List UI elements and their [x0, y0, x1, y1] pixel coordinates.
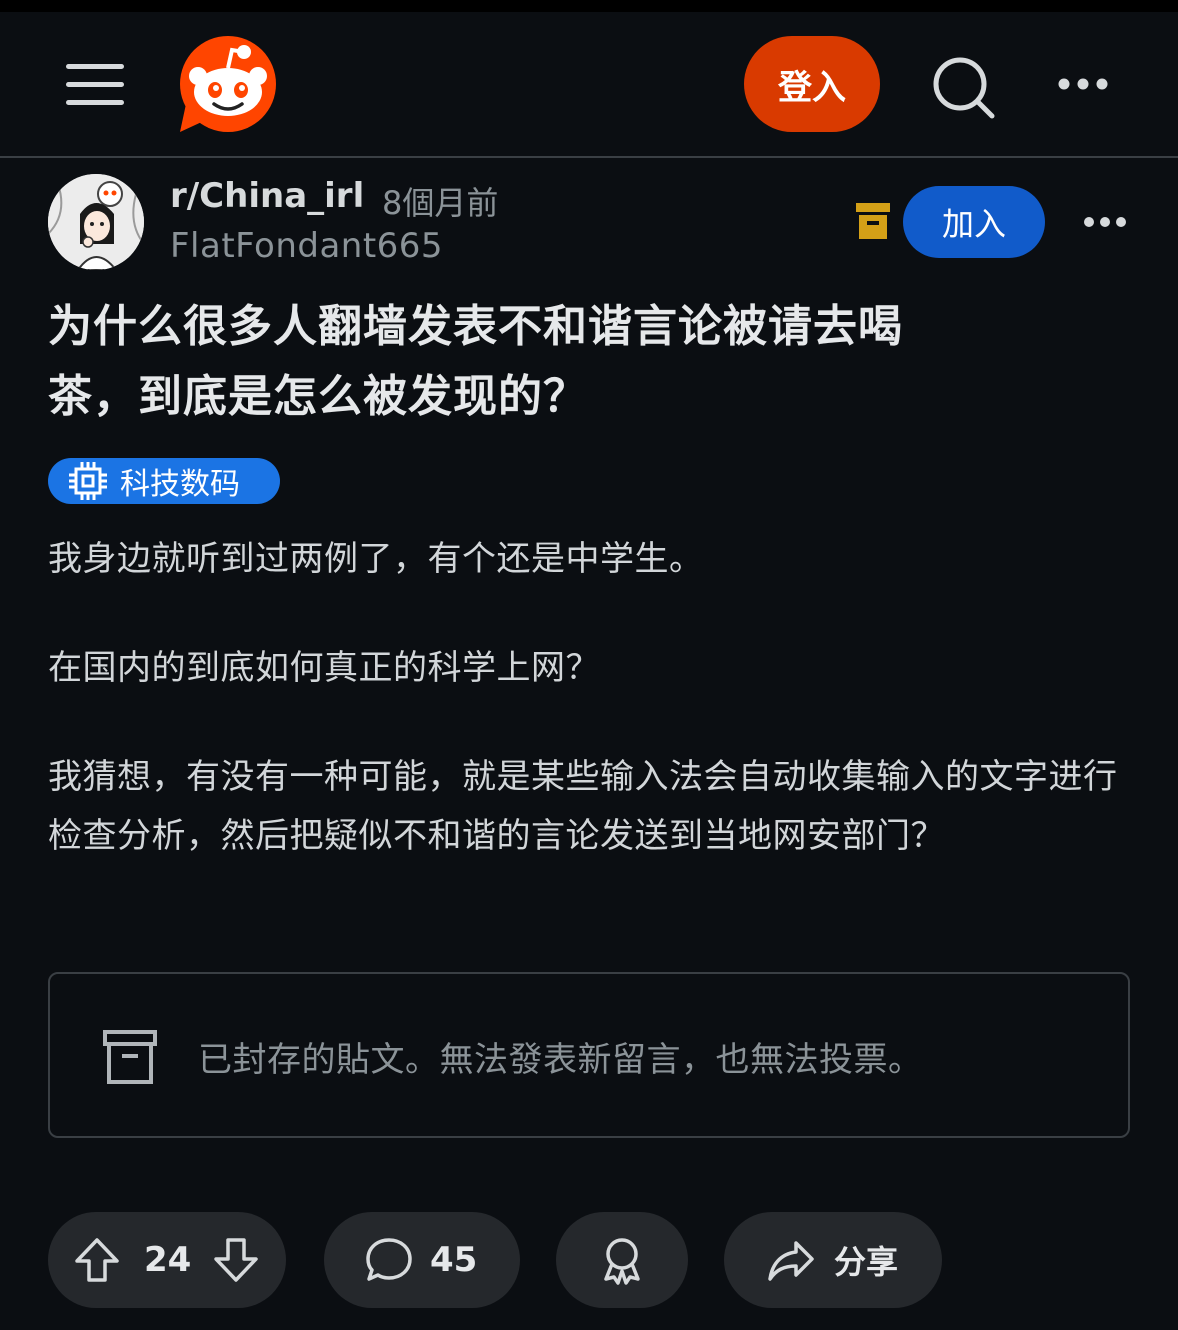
downvote-icon[interactable]	[211, 1235, 261, 1285]
status-strip	[0, 0, 1178, 12]
award-icon	[604, 1238, 640, 1285]
join-subreddit-button[interactable]: 加入	[903, 186, 1045, 258]
comment-bubble-icon	[366, 1238, 412, 1281]
reddit-logo[interactable]	[176, 34, 280, 138]
award-button[interactable]	[556, 1212, 688, 1308]
post-author-link[interactable]: FlatFondant665	[170, 226, 443, 266]
archived-notice: 已封存的貼文。無法發表新留言，也無法投票。	[48, 972, 1130, 1138]
comment-count: 45	[430, 1240, 478, 1280]
post-flair[interactable]: 科技数码	[48, 458, 280, 504]
archive-box-icon	[103, 1030, 157, 1084]
post-body-paragraph: 在国内的到底如何真正的科学上网？	[48, 648, 600, 688]
flair-label: 科技数码	[120, 467, 240, 502]
post-more-options-icon[interactable]	[1082, 206, 1128, 238]
vote-group: 24	[48, 1212, 286, 1308]
subreddit-avatar[interactable]	[48, 174, 144, 270]
post-title[interactable]: 为什么很多人翻墙发表不和谐言论被请去喝 茶，到底是怎么被发现的？	[48, 292, 1108, 432]
share-button[interactable]: 分享	[724, 1212, 942, 1308]
login-button[interactable]: 登入	[744, 36, 880, 132]
subreddit-name-link[interactable]: r/China_irl	[170, 176, 364, 216]
chip-icon	[69, 462, 107, 500]
post-title-line: 茶，到底是怎么被发现的？	[48, 371, 588, 422]
post-body: 我身边就听到过两例了，有个还是中学生。 在国内的到底如何真正的科学上网？ 我猜想…	[48, 530, 1128, 916]
upvote-icon[interactable]	[72, 1235, 122, 1285]
share-label: 分享	[834, 1243, 899, 1281]
hamburger-menu-icon[interactable]	[66, 60, 126, 108]
post-body-paragraph: 我猜想，有没有一种可能，就是某些输入法会自动收集输入的文字进行检查分析，然后把疑…	[48, 757, 1118, 856]
comments-button[interactable]: 45	[324, 1212, 520, 1308]
post-body-paragraph: 我身边就听到过两例了，有个还是中学生。	[48, 539, 704, 579]
more-options-icon[interactable]	[1052, 66, 1116, 102]
post-title-line: 为什么很多人翻墙发表不和谐言论被请去喝	[48, 301, 903, 352]
archived-icon	[856, 203, 890, 239]
search-icon[interactable]	[930, 54, 996, 120]
post-timestamp: 8個月前	[382, 184, 499, 222]
archived-message: 已封存的貼文。無法發表新留言，也無法投票。	[198, 1040, 923, 1080]
share-arrow-icon	[768, 1241, 814, 1281]
vote-score: 24	[144, 1240, 192, 1280]
top-navigation-bar: 登入	[0, 12, 1178, 158]
